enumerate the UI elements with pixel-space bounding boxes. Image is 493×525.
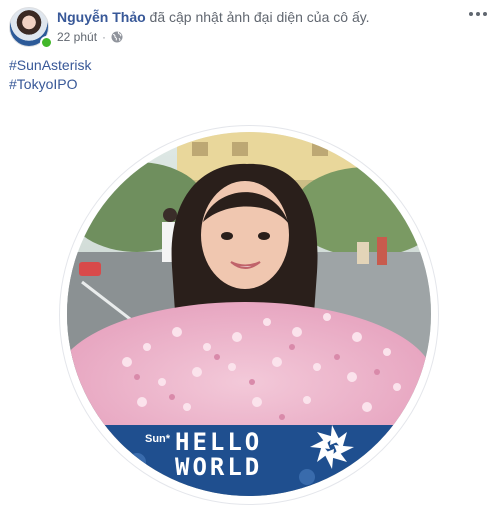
profile-photo[interactable]: Sun* HELLO WORLD bbox=[67, 132, 431, 496]
author-name-link[interactable]: Nguyễn Thảo bbox=[57, 9, 146, 25]
post-timestamp[interactable]: 22 phút bbox=[57, 30, 97, 44]
more-horizontal-icon bbox=[469, 12, 473, 16]
online-status-indicator bbox=[40, 36, 53, 49]
hashtag-link[interactable]: #SunAsterisk bbox=[9, 56, 91, 75]
frame-line1-text: HELLO bbox=[175, 428, 262, 456]
post-header: Nguyễn Thảo đã cập nhật ảnh đại diện của… bbox=[57, 9, 370, 26]
post-options-button[interactable] bbox=[468, 6, 488, 22]
post-action-text: đã cập nhật ảnh đại diện của cô ấy. bbox=[145, 9, 370, 25]
globe-icon[interactable] bbox=[111, 31, 123, 43]
hashtag-link[interactable]: #TokyoIPO bbox=[9, 75, 91, 94]
frame-brand-text: Sun* bbox=[145, 433, 171, 445]
post-hashtags: #SunAsterisk #TokyoIPO bbox=[9, 56, 91, 94]
meta-separator: · bbox=[102, 30, 107, 44]
post-meta: 22 phút · bbox=[57, 30, 123, 44]
frame-line2-text: WORLD bbox=[175, 453, 262, 481]
feed-post: Nguyễn Thảo đã cập nhật ảnh đại diện của… bbox=[0, 0, 493, 525]
